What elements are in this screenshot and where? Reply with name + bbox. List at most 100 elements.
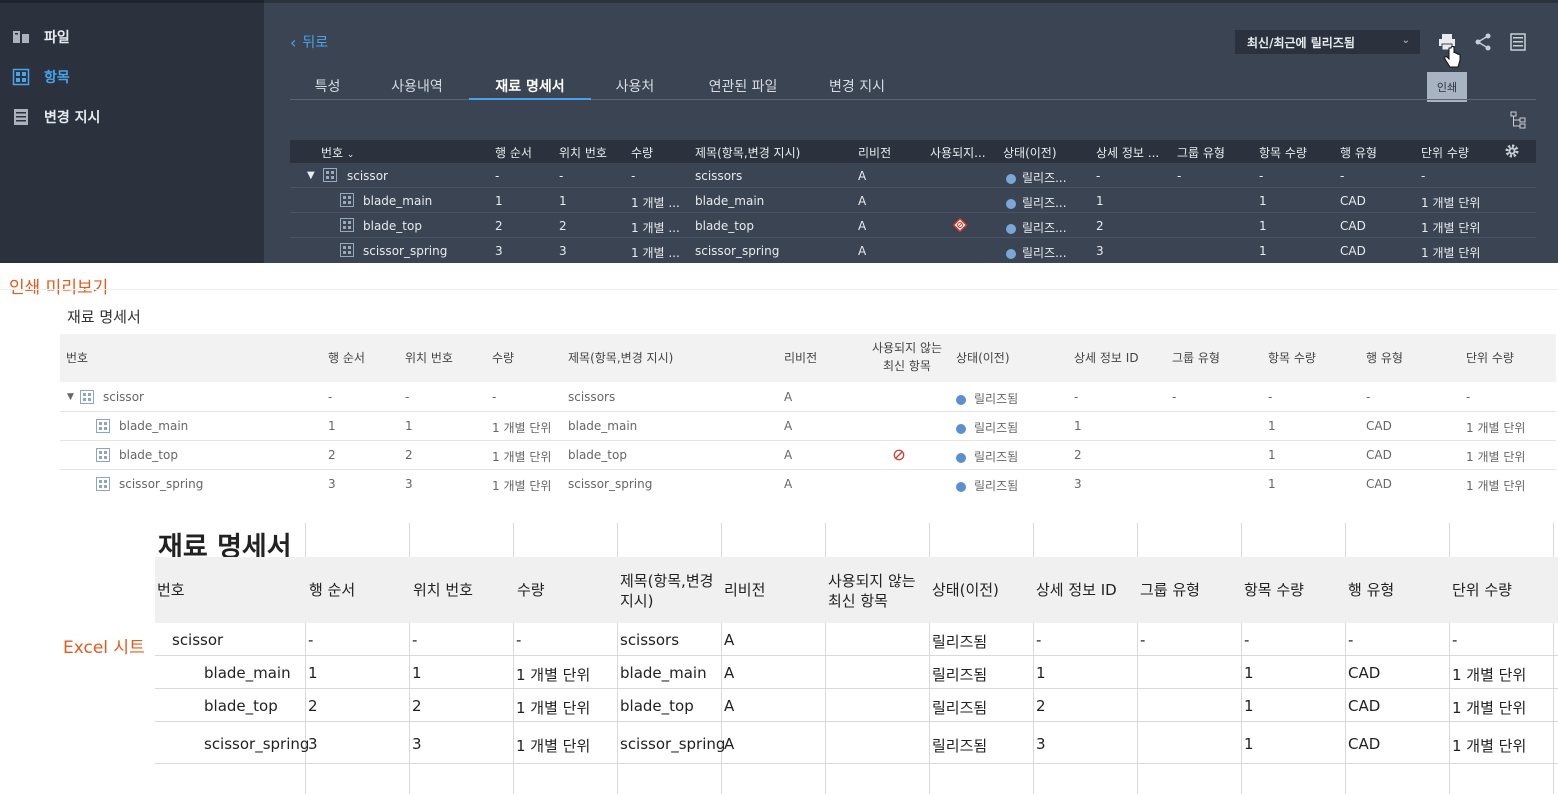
row-quantity: 1 개별 ... [631,246,680,260]
pv-col-header: 제목(항목,변경 지시) [568,351,674,365]
row-revision: A [784,477,793,491]
tab-bar: 특성 사용내역 재료 명세서 사용처 연관된 파일 변경 지시 [290,76,1536,100]
row-position: - [412,631,418,649]
row-name: blade_main [204,664,291,682]
row-type: CAD [1348,697,1381,715]
row-item-qty: - [1268,390,1273,404]
tab-related-files[interactable]: 연관된 파일 [693,76,793,100]
row-quantity: 1 개별 단위 [516,666,591,684]
col-detail-header[interactable]: 상세 정보 ... [1096,144,1159,161]
xl-col-header: 상태(이전) [932,581,999,599]
status-dot-icon [956,452,966,463]
row-status: 릴리즈... [1006,244,1067,261]
row-name: scissor_spring [204,735,310,753]
tree-view-icon[interactable] [1509,110,1529,130]
row-revision: A [724,664,735,682]
tab-properties[interactable]: 특성 [290,76,365,100]
row-order: 2 [495,219,503,233]
col-number-header[interactable]: 번호 ⌄ [321,144,354,161]
sidebar-item-files[interactable]: 파일 [12,25,70,49]
row-group: - [1140,631,1146,649]
xl-col-header: 상세 정보 ID [1036,581,1117,599]
col-status-header[interactable]: 상태(이전) [1003,144,1057,161]
tab-bom[interactable]: 재료 명세서 [469,76,591,100]
xl-col-header: 행 유형 [1348,581,1395,599]
item-icon [96,448,110,462]
sidebar: 파일 항목 변경 지시 [0,0,264,263]
expand-triangle-icon[interactable]: ▼ [307,170,315,181]
row-order: - [495,169,500,183]
row-order: 2 [328,448,336,462]
row-position: - [559,169,564,183]
spreadsheet-icon[interactable] [1508,32,1528,52]
row-group: - [1177,169,1182,183]
row-unit-qty: 1 개별 단위 [1466,450,1526,464]
row-order: - [328,390,333,404]
sidebar-item-label: 파일 [44,30,70,46]
row-position: 1 [412,664,422,682]
row-type: - [1348,631,1354,649]
row-unit-qty: 1 개별 단위 [1421,246,1481,260]
row-name[interactable]: scissor_spring [363,244,447,258]
print-preview-header: 번호 행 순서 위치 번호 수량 제목(항목,변경 지시) 리비전 사용되지 않… [60,334,1556,382]
table-row[interactable]: blade_main 1 1 1 개별 ... blade_main A 릴리즈… [290,188,1536,213]
settings-gear-icon[interactable] [1504,143,1520,159]
row-quantity: 1 개별 ... [631,221,680,235]
list-item: blade_top 2 2 1 개별 단위 blade_top A 릴리즈됨 2… [60,441,1556,470]
share-icon[interactable] [1473,32,1493,52]
row-detail: 3 [1074,477,1082,491]
row-revision: A [858,219,867,233]
item-icon [340,193,354,207]
xl-col-header: 제목(항목,변경 지시) [620,572,714,610]
col-title-header[interactable]: 제목(항목,변경 지시) [695,144,800,161]
xl-col-header: 리비전 [724,581,766,599]
print-preview-title: 재료 명세서 [67,308,141,326]
col-unused-header[interactable]: 사용되지... [930,144,986,161]
row-type: CAD [1366,448,1392,462]
row-unit-qty: - [1421,169,1426,183]
sidebar-item-change-orders[interactable]: 변경 지시 [12,105,100,129]
row-name: blade_main [119,419,189,433]
row-group: - [1172,390,1177,404]
col-item-qty-header[interactable]: 항목 수량 [1259,144,1307,161]
tab-usage[interactable]: 사용내역 [378,76,456,100]
row-title: blade_top [568,448,627,462]
release-select[interactable]: 최신/최근에 릴리즈됨 ⌄ [1235,30,1420,54]
excel-header: 번호 행 순서 위치 번호 수량 제목(항목,변경 지시) 리비전 사용되지 않… [155,557,1558,623]
row-detail: - [1096,169,1101,183]
row-title: scissor_spring [568,477,653,491]
pv-col-header: 리비전 [784,351,818,365]
row-order: 1 [328,419,336,433]
back-link[interactable]: ‹ 뒤로 [290,32,328,52]
row-revision: A [784,448,793,462]
table-row[interactable]: blade_top 2 2 1 개별 ... blade_top A 릴리즈..… [290,213,1536,238]
col-group-header[interactable]: 그룹 유형 [1177,144,1225,161]
col-row-order-header[interactable]: 행 순서 [495,144,532,161]
row-unit-qty: - [1452,631,1458,649]
table-row[interactable]: scissor_spring 3 3 1 개별 ... scissor_spri… [290,238,1536,263]
table-row[interactable]: ▼ scissor - - - scissors A 릴리즈... - - - … [290,163,1536,188]
row-name[interactable]: blade_main [363,194,432,208]
col-revision-header[interactable]: 리비전 [858,144,891,161]
row-unit-qty: 1 개별 단위 [1466,421,1526,435]
col-quantity-header[interactable]: 수량 [631,144,653,161]
pv-col-header: 단위 수량 [1466,351,1514,365]
not-latest-warning-icon [893,449,905,461]
tab-change-orders[interactable]: 변경 지시 [818,76,896,100]
sidebar-item-items[interactable]: 항목 [12,65,70,89]
col-position-header[interactable]: 위치 번호 [559,144,607,161]
table-row: scissor_spring 3 3 1 개별 단위 scissor_sprin… [155,722,1558,764]
row-detail: 1 [1074,419,1082,433]
row-name: scissor_spring [119,477,204,491]
col-row-type-header[interactable]: 행 유형 [1340,144,1377,161]
row-type: CAD [1348,664,1381,682]
row-unit-qty: 1 개별 단위 [1452,737,1527,755]
row-name[interactable]: scissor [347,169,388,183]
item-icon [96,419,110,433]
row-order: 3 [495,244,503,258]
tab-where-used[interactable]: 사용처 [600,76,670,100]
row-item-qty: 1 [1268,448,1276,462]
col-unit-qty-header[interactable]: 단위 수량 [1421,144,1469,161]
row-name[interactable]: blade_top [363,219,422,233]
row-type: CAD [1340,219,1366,233]
